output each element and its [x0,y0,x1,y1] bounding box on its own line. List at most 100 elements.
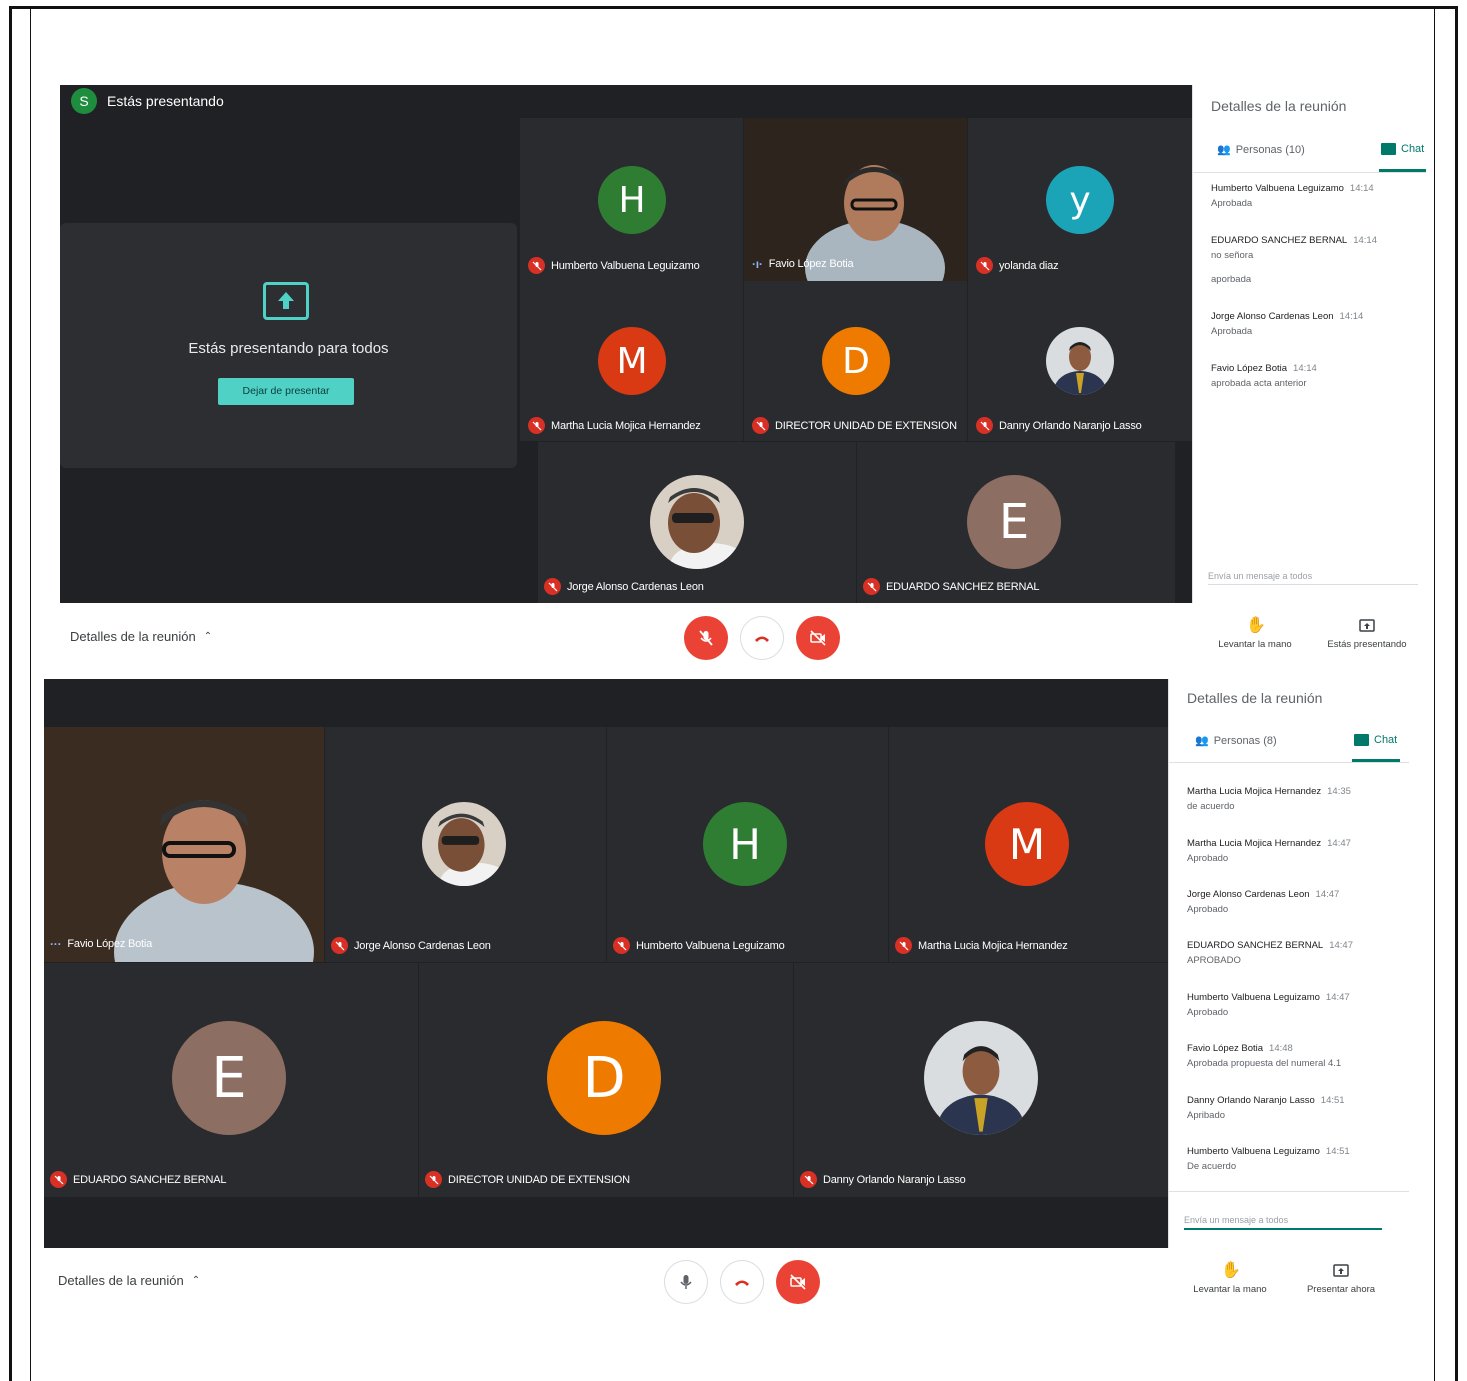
participant-name: ··· Favio López Botia [50,937,152,951]
chat-message: Favio López Botia 14:48 Aprobada propuest… [1187,1041,1407,1071]
profile-photo [650,475,744,569]
stop-presenting-button[interactable]: Dejar de presentar [218,378,354,405]
tab-people[interactable]: 👥 Personas (10) [1217,143,1305,157]
meeting-details-panel: Detalles de la reunión 👥 Personas (10) C… [1192,85,1426,603]
video-stage: S Estás presentando Estás presentando pa… [60,85,1192,603]
meeting-details-label: Detalles de la reunión [70,629,196,644]
hang-up-icon [755,636,769,642]
mic-off-button[interactable] [684,616,728,660]
message-author: Danny Orlando Naranjo Lasso [1187,1095,1315,1106]
raise-hand-button[interactable]: ✋ Levantar la mano [1180,1262,1280,1295]
participant-name-text: Favio López Botia [67,938,153,950]
message-text: De acuerdo [1187,1161,1237,1172]
tab-chat[interactable]: Chat [1381,143,1424,155]
muted-mic-icon [544,578,561,595]
presenter-avatar: S [71,88,97,114]
avatar: E [967,475,1061,569]
muted-mic-icon [528,417,545,434]
participant-name-text: DIRECTOR UNIDAD DE EXTENSION [448,1173,630,1186]
participant-name: Humberto Valbuena Leguizamo [528,257,700,274]
chat-message-input[interactable]: Envía un mensaje a todos [1208,571,1418,585]
message-author: EDUARDO SANCHEZ BERNAL [1187,940,1324,951]
present-label: Presentar ahora [1306,1284,1376,1295]
muted-mic-icon [528,257,545,274]
tab-chat-label: Chat [1374,734,1398,746]
raise-hand-button[interactable]: ✋ Levantar la mano [1205,617,1305,650]
profile-photo [1046,327,1114,395]
meeting-details-toggle[interactable]: Detalles de la reunión ⌃ [58,1273,200,1288]
divider [1169,1191,1409,1192]
screenshot-bottom: ··· Favio López Botia Jorge Alonso Carde… [44,679,1425,1315]
chat-message: EDUARDO SANCHEZ BERNAL 14:14 no señora ap… [1211,233,1421,287]
muted-mic-icon [752,417,769,434]
muted-mic-icon [976,417,993,434]
video-stage: ··· Favio López Botia Jorge Alonso Carde… [44,679,1168,1248]
message-time: 14:48 [1269,1043,1293,1054]
message-text: Aprobada [1211,326,1253,337]
meeting-details-toggle[interactable]: Detalles de la reunión ⌃ [70,629,212,644]
message-time: 14:47 [1327,838,1351,849]
participant-tile: H Humberto Valbuena Leguizamo [520,118,743,281]
present-label: Estás presentando [1327,639,1407,650]
participant-tile-video: ··· Favio López Botia [44,727,324,962]
control-bar: Detalles de la reunión ⌃ ✋ Levantar la m… [44,1248,1425,1315]
participant-name-text: Danny Orlando Naranjo Lasso [823,1173,966,1186]
participant-name: EDUARDO SANCHEZ BERNAL [863,578,1039,595]
screenshot-top: S Estás presentando Estás presentando pa… [60,85,1426,670]
message-time: 14:51 [1320,1095,1345,1106]
tab-chat[interactable]: Chat [1354,734,1397,746]
message-time: 14:35 [1327,786,1351,797]
camera-off-button[interactable] [776,1260,820,1304]
participant-tile: E EDUARDO SANCHEZ BERNAL [857,442,1175,603]
avatar: M [985,802,1069,886]
participant-name: Jorge Alonso Cardenas Leon [331,937,491,954]
participant-name-text: EDUARDO SANCHEZ BERNAL [886,580,1040,593]
participant-name: Humberto Valbuena Leguizamo [613,937,785,954]
present-screen-icon [263,282,309,320]
camera-off-button[interactable] [796,616,840,660]
participant-tile: Danny Orlando Naranjo Lasso [968,281,1192,441]
muted-mic-icon [331,937,348,954]
leave-call-button[interactable] [720,1260,764,1304]
avatar: H [598,166,666,234]
chat-message-input[interactable]: Envía un mensaje a todos [1184,1215,1382,1230]
muted-mic-icon [50,1171,67,1188]
presenting-button[interactable]: Estás presentando [1317,617,1417,650]
present-now-button[interactable]: Presentar ahora [1291,1262,1391,1295]
speaking-indicator-icon: ·ı· [752,257,763,271]
presenting-label: Estás presentando [107,93,224,109]
message-time: 14:51 [1325,1146,1350,1157]
chat-message: Danny Orlando Naranjo Lasso 14:51 Apribad… [1187,1093,1407,1123]
chat-message: Favio López Botia 14:14 aprobada acta ant… [1211,361,1421,391]
message-text: Aprobada [1211,198,1253,209]
chat-message: Jorge Alonso Cardenas Leon 14:47 Aprobado [1187,887,1407,917]
participant-name-text: Martha Lucia Mojica Hernandez [551,419,701,432]
participant-name-text: Favio López Botia [768,258,854,270]
chat-icon [1354,734,1369,746]
participant-name-text: yolanda diaz [999,259,1059,272]
avatar: H [703,802,787,886]
participant-tile: H Humberto Valbuena Leguizamo [607,727,888,962]
message-author: Humberto Valbuena Leguizamo [1211,183,1344,194]
panel-title: Detalles de la reunión [1211,98,1347,114]
hand-icon: ✋ [1246,617,1266,634]
message-author: Jorge Alonso Cardenas Leon [1187,889,1310,900]
message-time: 14:14 [1293,363,1317,374]
message-text: de acuerdo [1187,801,1235,812]
message-text: no señora [1211,250,1254,261]
muted-mic-icon [425,1171,442,1188]
panel-title: Detalles de la reunión [1187,690,1323,706]
message-author: Jorge Alonso Cardenas Leon [1211,311,1334,322]
hang-up-icon [735,1280,749,1286]
avatar: D [822,327,890,395]
divider [1169,762,1409,763]
leave-call-button[interactable] [740,616,784,660]
tab-people[interactable]: 👥 Personas (8) [1195,734,1277,748]
presenting-card: Estás presentando para todos Dejar de pr… [60,223,517,468]
chevron-up-icon: ⌃ [191,1275,201,1286]
chat-message: EDUARDO SANCHEZ BERNAL 14:47 APROBADO [1187,938,1407,968]
message-text: Apribado [1187,1110,1226,1121]
mic-button[interactable] [664,1260,708,1304]
camera-off-icon [790,1274,806,1290]
message-time: 14:47 [1325,992,1350,1003]
